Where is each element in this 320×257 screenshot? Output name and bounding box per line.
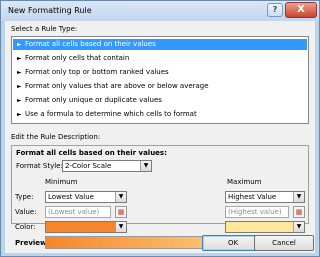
format-style-value: 2-Color Scale	[65, 162, 112, 170]
format-style-dropdown[interactable]: 2-Color Scale ▼	[62, 160, 152, 172]
max-type-value: Highest Value	[228, 193, 277, 201]
arrow-right-icon: ►	[17, 55, 22, 62]
minimum-header: Minimum	[45, 178, 78, 186]
max-value-input[interactable]: (Highest value)	[225, 206, 289, 218]
arrow-right-icon: ►	[17, 41, 22, 48]
rule-type-label: Select a Rule Type:	[11, 25, 78, 33]
chevron-down-icon: ▼	[115, 192, 126, 202]
min-type-value: Lowest Value	[48, 193, 94, 201]
color-label: Color:	[15, 223, 36, 231]
help-button[interactable]: ?	[267, 3, 283, 17]
rule-type-item-label: Format only values that are above or bel…	[25, 82, 209, 90]
max-color-picker[interactable]: ▼	[225, 221, 305, 233]
rule-type-item-formula[interactable]: ► Use a formula to determine which cells …	[13, 109, 307, 120]
rule-type-list[interactable]: ► Format all cells based on their values …	[11, 36, 309, 124]
chevron-down-icon: ▼	[293, 192, 304, 202]
chevron-down-icon: ▼	[115, 222, 126, 232]
close-button[interactable]: X	[285, 2, 317, 18]
arrow-right-icon: ►	[17, 83, 22, 90]
rule-type-item-all-values[interactable]: ► Format all cells based on their values	[13, 39, 307, 50]
min-cell-reference-icon[interactable]: ▦	[115, 206, 127, 218]
rule-type-item-label: Use a formula to determine which cells t…	[25, 110, 197, 118]
value-label: Value:	[15, 208, 37, 216]
max-type-dropdown[interactable]: Highest Value ▼	[225, 191, 305, 203]
rule-type-item-above-below-average[interactable]: ► Format only values that are above or be…	[13, 81, 307, 92]
dialog-body: Select a Rule Type: ► Format all cells ba…	[5, 21, 315, 253]
arrow-right-icon: ►	[17, 97, 22, 104]
rule-type-item-label: Format only cells that contain	[25, 54, 130, 62]
cancel-button[interactable]: Cancel	[254, 235, 314, 251]
dialog-title: New Formatting Rule	[8, 6, 92, 15]
min-type-dropdown[interactable]: Lowest Value ▼	[45, 191, 127, 203]
rule-type-item-label: Format only top or bottom ranked values	[25, 68, 169, 76]
min-color-picker[interactable]: ▼	[45, 221, 127, 233]
rule-type-item-top-bottom[interactable]: ► Format only top or bottom ranked values	[13, 67, 307, 78]
rule-type-item-cells-contain[interactable]: ► Format only cells that contain	[13, 53, 307, 64]
rule-description-label: Edit the Rule Description:	[11, 133, 101, 141]
chevron-down-icon: ▼	[293, 222, 304, 232]
type-label: Type:	[15, 193, 34, 201]
arrow-right-icon: ►	[17, 111, 22, 118]
chevron-down-icon: ▼	[140, 161, 151, 171]
format-style-label: Format Style:	[16, 162, 63, 170]
max-cell-reference-icon[interactable]: ▦	[293, 206, 305, 218]
dialog-window: New Formatting Rule ? X Select a Rule Ty…	[0, 0, 320, 257]
rule-description-title: Format all cells based on their values:	[16, 149, 167, 157]
min-value-input[interactable]: (Lowest value)	[45, 206, 111, 218]
rule-type-item-unique-duplicate[interactable]: ► Format only unique or duplicate values	[13, 95, 307, 106]
arrow-right-icon: ►	[17, 69, 22, 76]
rule-type-item-label: Format all cells based on their values	[25, 40, 156, 48]
rule-type-item-label: Format only unique or duplicate values	[25, 96, 162, 104]
title-bar[interactable]: New Formatting Rule ? X	[1, 1, 319, 21]
maximum-header: Maximum	[227, 178, 262, 186]
